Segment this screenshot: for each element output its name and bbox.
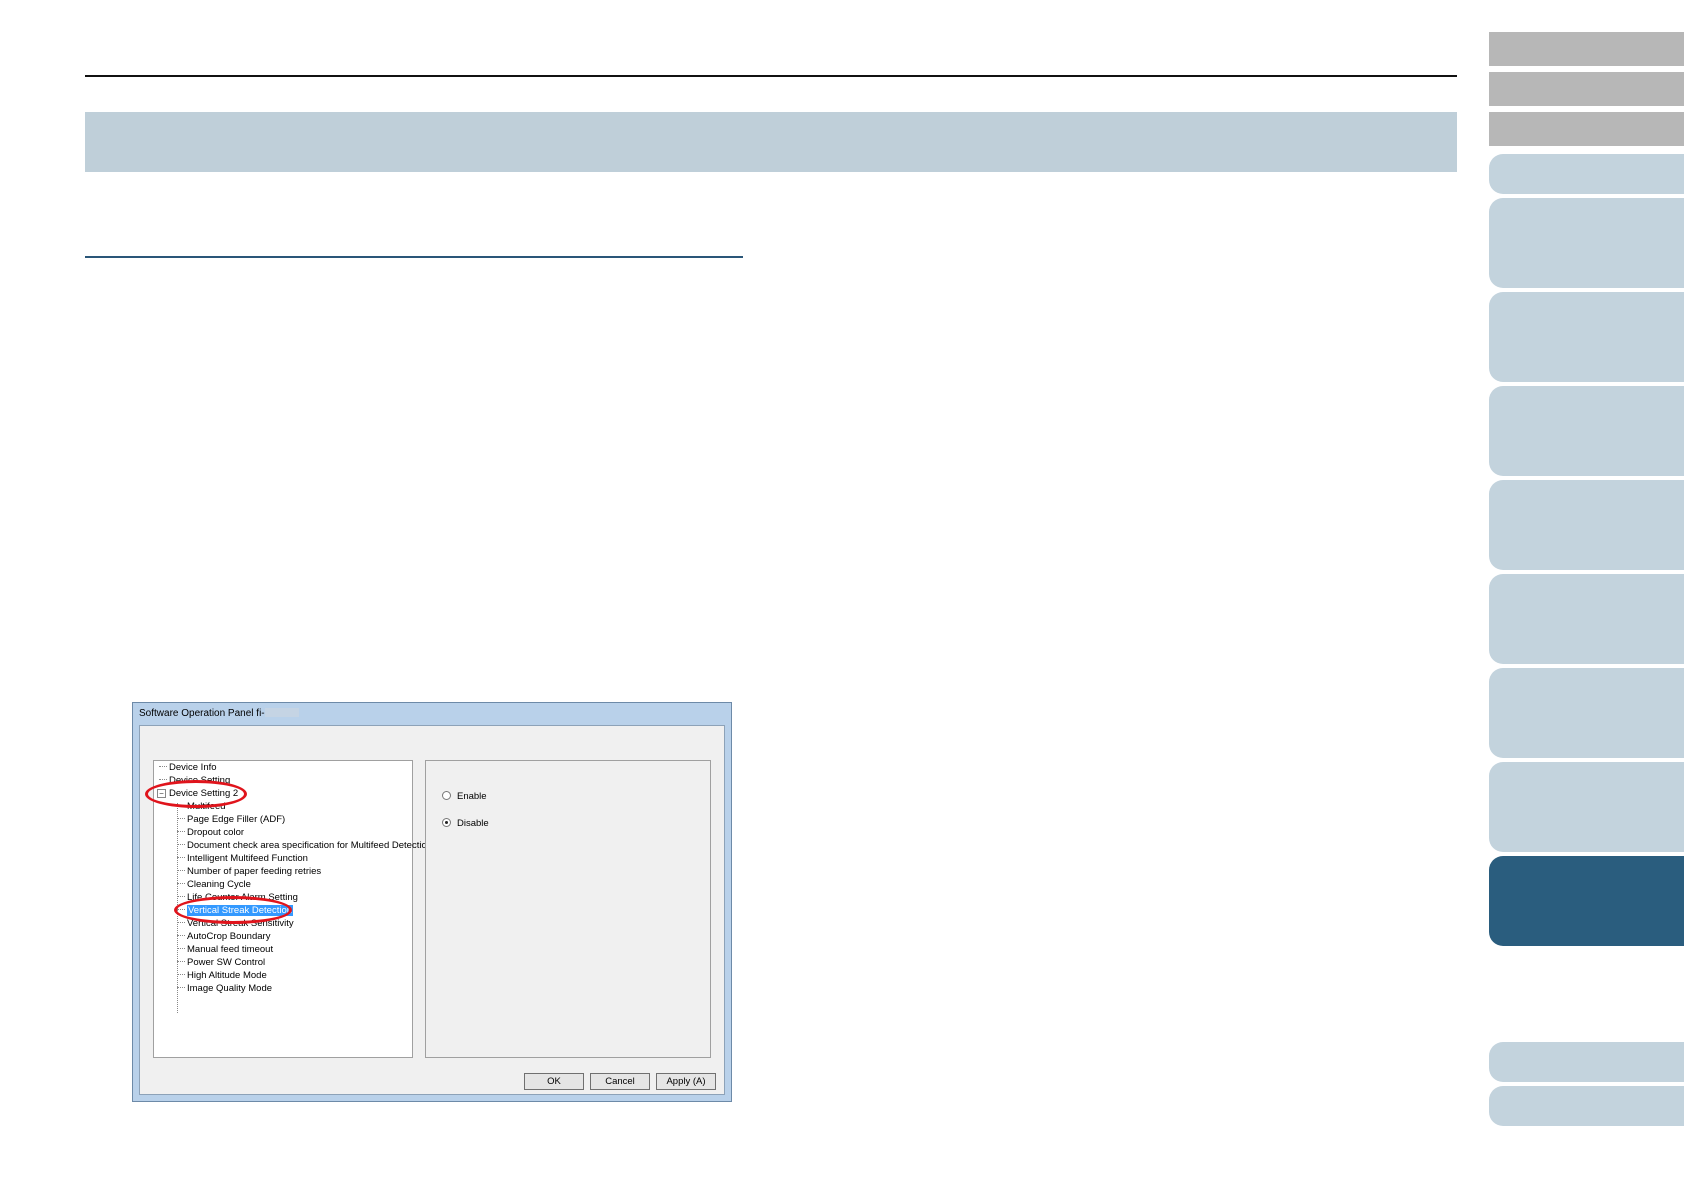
- tree-item-dropout-color[interactable]: Dropout color: [177, 827, 244, 839]
- nav-tab-chapter-4[interactable]: [1489, 480, 1684, 570]
- enable-option[interactable]: Enable: [442, 791, 487, 802]
- tree-item-device-info[interactable]: Device Info: [159, 762, 217, 774]
- nav-tab-top[interactable]: [1489, 32, 1684, 66]
- nav-tab-appendix[interactable]: [1489, 1042, 1684, 1082]
- cancel-button[interactable]: Cancel: [590, 1073, 650, 1090]
- disable-radio[interactable]: [442, 818, 451, 827]
- tree-item-paper-feeding-retries[interactable]: Number of paper feeding retries: [177, 866, 321, 878]
- highlight-device-setting-2: [145, 780, 247, 808]
- enable-radio[interactable]: [442, 791, 451, 800]
- tree-item-page-edge-filler[interactable]: Page Edge Filler (ADF): [177, 814, 285, 826]
- tree-item-manual-feed-timeout[interactable]: Manual feed timeout: [177, 944, 273, 956]
- disable-label: Disable: [457, 818, 489, 829]
- nav-tab-introduction[interactable]: [1489, 154, 1684, 194]
- ok-button[interactable]: OK: [524, 1073, 584, 1090]
- nav-tab-chapter-5[interactable]: [1489, 574, 1684, 664]
- tree-item-document-check-area[interactable]: Document check area specification for Mu…: [177, 840, 432, 852]
- nav-tab-chapter-6[interactable]: [1489, 668, 1684, 758]
- tree-item-high-altitude-mode[interactable]: High Altitude Mode: [177, 970, 267, 982]
- top-rule: [85, 75, 1457, 77]
- dialog-title-text: Software Operation Panel fi-: [139, 708, 265, 719]
- disable-option[interactable]: Disable: [442, 818, 489, 829]
- tree-item-intelligent-multifeed[interactable]: Intelligent Multifeed Function: [177, 853, 308, 865]
- highlight-vertical-streak-detection: [174, 896, 292, 924]
- heading-band: [85, 112, 1457, 172]
- tree-item-autocrop-boundary[interactable]: AutoCrop Boundary: [177, 931, 270, 943]
- nav-tab-contents[interactable]: [1489, 72, 1684, 106]
- dialog-title: Software Operation Panel fi-: [139, 708, 299, 719]
- tree-item-cleaning-cycle[interactable]: Cleaning Cycle: [177, 879, 251, 891]
- nav-tab-chapter-2[interactable]: [1489, 292, 1684, 382]
- apply-button[interactable]: Apply (A): [656, 1073, 716, 1090]
- nav-tab-chapter-7[interactable]: [1489, 762, 1684, 852]
- nav-tab-chapter-1[interactable]: [1489, 198, 1684, 288]
- tree-item-image-quality-mode[interactable]: Image Quality Mode: [177, 983, 272, 995]
- section-rule: [85, 256, 743, 258]
- nav-tab-chapter-3[interactable]: [1489, 386, 1684, 476]
- blurred-model-number: [264, 708, 299, 717]
- nav-tab-index[interactable]: [1489, 112, 1684, 146]
- tree-item-power-sw-control[interactable]: Power SW Control: [177, 957, 265, 969]
- nav-tab-glossary[interactable]: [1489, 1086, 1684, 1126]
- enable-label: Enable: [457, 791, 487, 802]
- nav-tab-chapter-8-active[interactable]: [1489, 856, 1684, 946]
- settings-panel: Enable Disable: [425, 760, 711, 1058]
